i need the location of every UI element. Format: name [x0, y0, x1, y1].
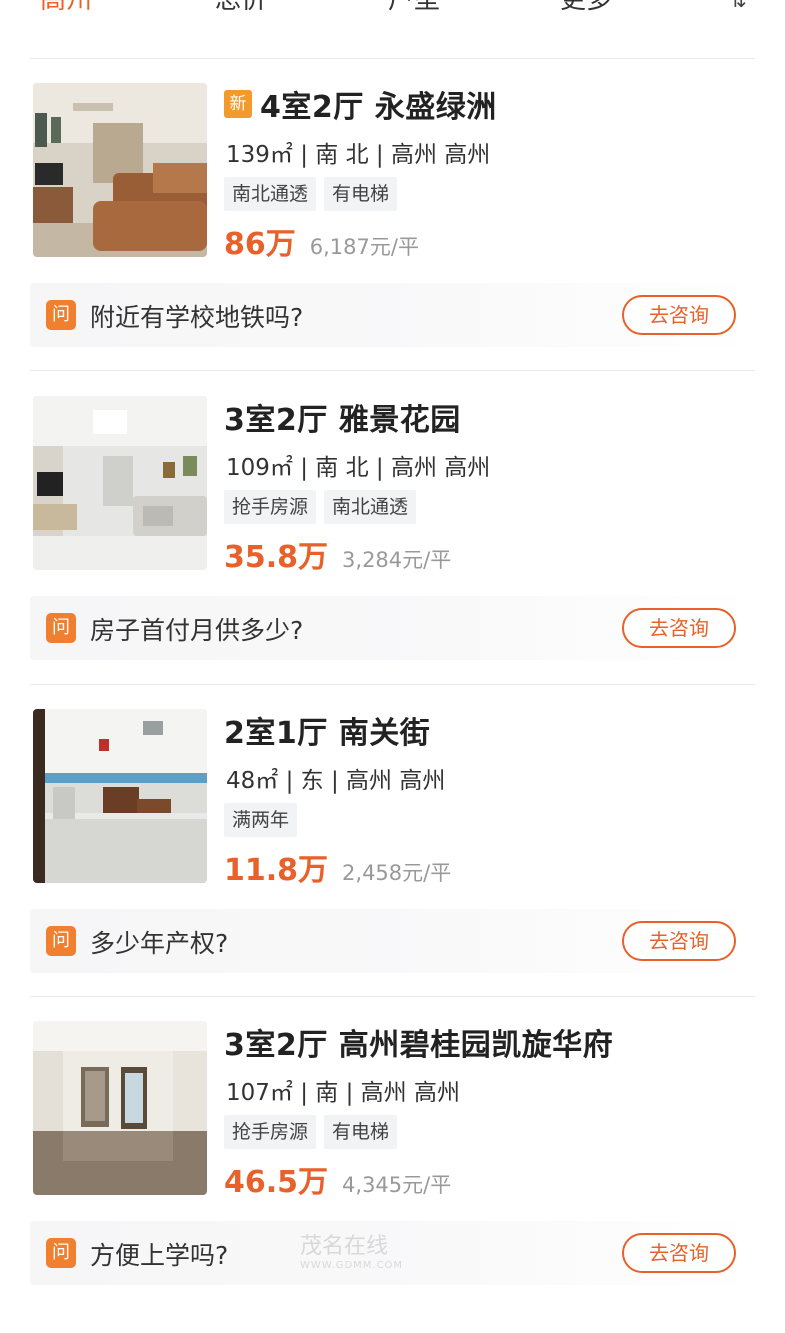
listing-card[interactable]: 3室2厅 雅景花园 109㎡ | 南 北 | 高州 高州 抢手房源 南北通透 3… [0, 396, 785, 708]
filter-layout[interactable]: 户型 [388, 0, 440, 14]
divider [30, 684, 755, 685]
watermark-text: 茂名在线 [300, 1234, 389, 1259]
tag: 抢手房源 [224, 1115, 317, 1149]
total-price: 46.5万 [224, 1165, 329, 1200]
tag-list: 南北通透 有电梯 [224, 177, 405, 211]
living-room-photo[interactable] [33, 83, 207, 257]
filter-price[interactable]: 总价 [215, 0, 267, 14]
question-text[interactable]: 房子首付月供多少? [90, 611, 303, 647]
tag: 南北通透 [324, 490, 417, 524]
tag-list: 满两年 [224, 803, 305, 837]
tag: 有电梯 [324, 177, 398, 211]
question-icon: 问 [46, 613, 76, 643]
listing-card[interactable]: 3室2厅 高州碧桂园凯旋华府 107㎡ | 南 | 高州 高州 抢手房源 有电梯… [0, 1021, 785, 1333]
tag-list: 抢手房源 有电梯 [224, 1115, 405, 1149]
listing-card[interactable]: 新 4室2厅 永盛绿洲 139㎡ | 南 北 | 高州 高州 南北通透 有电梯 … [0, 83, 785, 395]
total-price: 86万 [224, 227, 296, 262]
question-bar[interactable]: 问 多少年产权? 去咨询 [30, 909, 755, 973]
divider [30, 58, 755, 59]
unit-price: 3,284元/平 [342, 548, 452, 572]
unit-price: 2,458元/平 [342, 861, 452, 885]
empty-room-photo[interactable] [33, 1021, 207, 1195]
tag: 抢手房源 [224, 490, 317, 524]
listing-title[interactable]: 4室2厅 永盛绿洲 [260, 82, 497, 126]
sort-icon[interactable]: ⇅ [730, 0, 747, 12]
listing-title[interactable]: 2室1厅 南关街 [224, 708, 430, 752]
unit-price: 4,345元/平 [342, 1173, 452, 1197]
listing-title[interactable]: 3室2厅 雅景花园 [224, 395, 461, 439]
question-icon: 问 [46, 926, 76, 956]
watermark-logo: 茂名在线 WWW.GDMM.COM [300, 1234, 500, 1276]
question-icon: 问 [46, 300, 76, 330]
listing-title[interactable]: 3室2厅 高州碧桂园凯旋华府 [224, 1020, 613, 1064]
watermark-url: WWW.GDMM.COM [300, 1260, 404, 1271]
tag: 有电梯 [324, 1115, 398, 1149]
question-text[interactable]: 多少年产权? [90, 924, 228, 960]
tag: 南北通透 [224, 177, 317, 211]
listing-card[interactable]: 2室1厅 南关街 48㎡ | 东 | 高州 高州 满两年 11.8万 2,458… [0, 709, 785, 1021]
listing-meta: 48㎡ | 东 | 高州 高州 [226, 768, 446, 794]
divider [30, 996, 755, 997]
question-icon: 问 [46, 1238, 76, 1268]
room-photo[interactable] [33, 709, 207, 883]
consult-button[interactable]: 去咨询 [622, 295, 736, 335]
question-bar[interactable]: 问 房子首付月供多少? 去咨询 [30, 596, 755, 660]
question-text[interactable]: 方便上学吗? [90, 1236, 228, 1272]
listing-meta: 109㎡ | 南 北 | 高州 高州 [226, 455, 491, 481]
living-room-photo[interactable] [33, 396, 207, 570]
question-bar[interactable]: 问 附近有学校地铁吗? 去咨询 [30, 283, 755, 347]
consult-button[interactable]: 去咨询 [622, 608, 736, 648]
consult-button[interactable]: 去咨询 [622, 921, 736, 961]
listing-meta: 139㎡ | 南 北 | 高州 高州 [226, 142, 491, 168]
new-badge: 新 [224, 90, 252, 118]
unit-price: 6,187元/平 [309, 235, 419, 259]
consult-button[interactable]: 去咨询 [622, 1233, 736, 1273]
question-text[interactable]: 附近有学校地铁吗? [90, 298, 303, 334]
filter-more[interactable]: 更多 [560, 0, 612, 14]
filter-bar: 高州 总价 户型 更多 ⇅ [0, 0, 785, 22]
divider [30, 370, 755, 371]
total-price: 35.8万 [224, 540, 329, 575]
tag: 满两年 [224, 803, 298, 837]
total-price: 11.8万 [224, 853, 329, 888]
listing-meta: 107㎡ | 南 | 高州 高州 [226, 1080, 460, 1106]
filter-location[interactable]: 高州 [40, 0, 92, 14]
tag-list: 抢手房源 南北通透 [224, 490, 424, 524]
